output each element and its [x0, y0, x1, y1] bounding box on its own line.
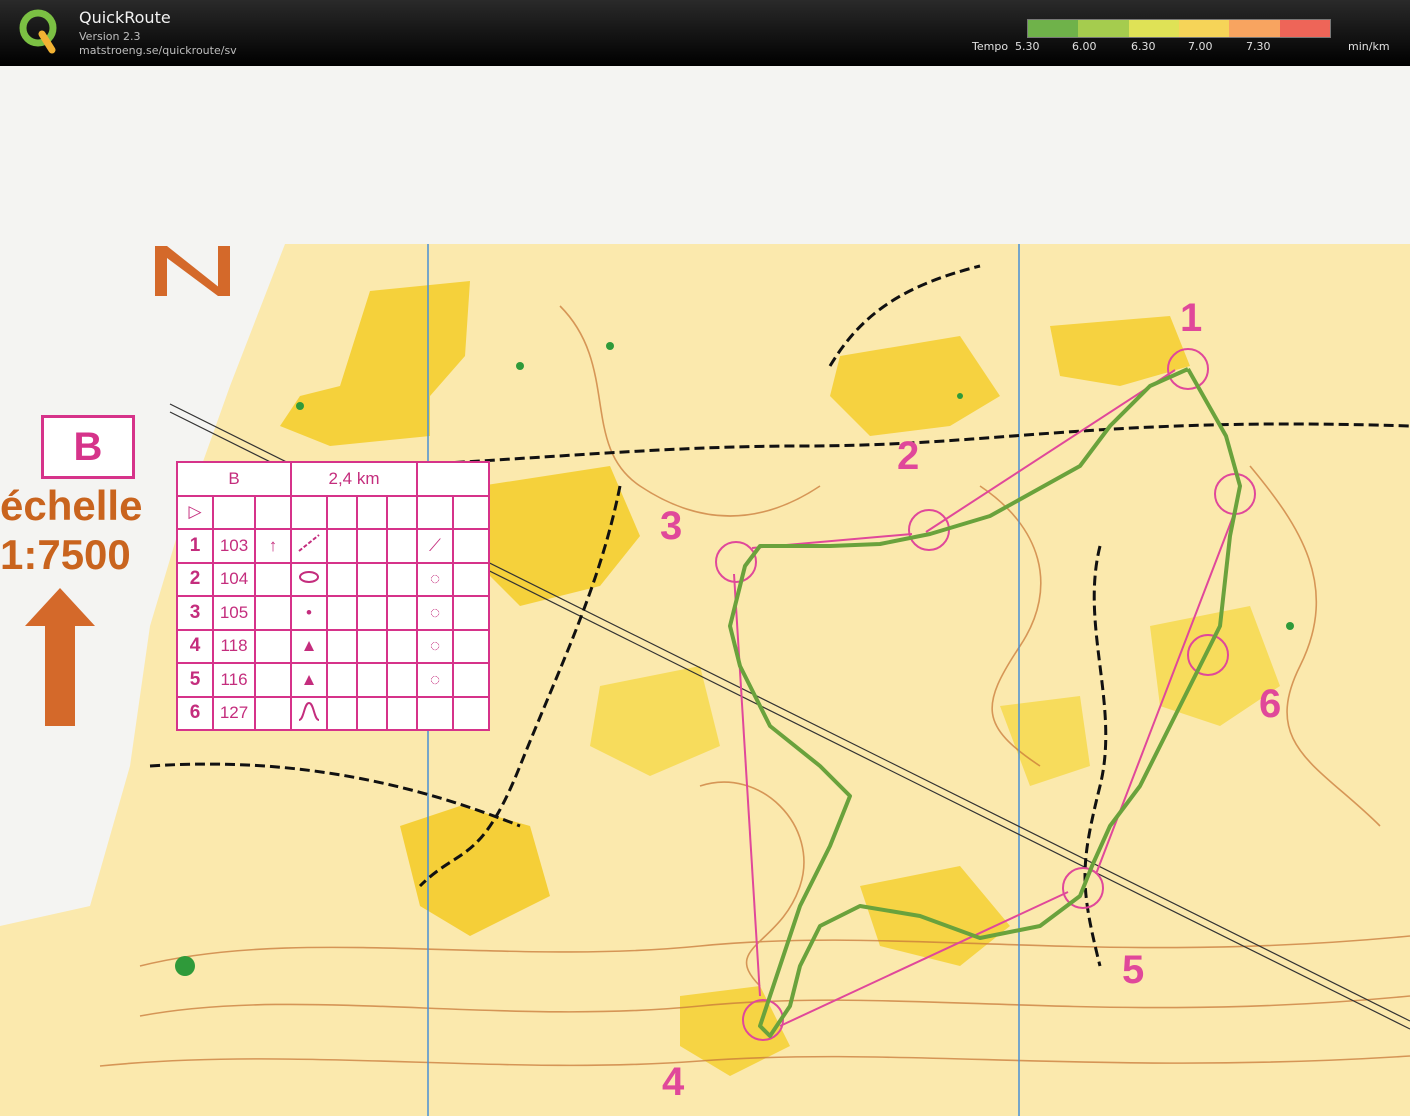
- desc-extra-icon: ◌: [416, 628, 454, 664]
- desc-extra-icon: ◌: [416, 595, 454, 631]
- control-number-1: 1: [1180, 296, 1203, 340]
- quickroute-logo-icon: [19, 9, 57, 54]
- control-number-3: 3: [660, 504, 683, 548]
- gully-symbol-icon: [290, 695, 328, 731]
- map-scale: 1:7500: [0, 531, 131, 578]
- control-number-5: 5: [1122, 948, 1145, 992]
- pace-tick: 6.00: [1072, 40, 1097, 53]
- app-version: Version 2.3: [79, 30, 141, 43]
- desc-course: B: [176, 461, 292, 497]
- desc-row: 1 103 ↑ ⟋: [176, 528, 490, 564]
- app-url[interactable]: matstroeng.se/quickroute/sv: [79, 44, 237, 57]
- pace-tick: 7.00: [1188, 40, 1213, 53]
- north-arrow-icon: [155, 246, 230, 296]
- desc-extra-icon: ⟋: [416, 528, 454, 564]
- spur-symbol-icon: [290, 528, 328, 564]
- pace-unit: min/km: [1348, 40, 1390, 53]
- pace-scale-prefix: Tempo: [972, 40, 1009, 53]
- desc-extra-icon: ◌: [416, 662, 454, 698]
- dot-symbol-icon: •: [290, 595, 328, 631]
- course-label-box: B: [41, 415, 135, 479]
- pace-tick: 7.30: [1246, 40, 1271, 53]
- control-number-6: 6: [1259, 682, 1282, 726]
- north-arrow-icon: [25, 588, 95, 726]
- desc-row: 3 105 • ◌: [176, 595, 490, 631]
- app-title: QuickRoute: [79, 8, 171, 27]
- arrow-up-icon: ↑: [254, 528, 292, 564]
- triangle-symbol-icon: ▲: [290, 662, 328, 698]
- control-description-sheet: B 2,4 km ▷ 1 103 ↑ ⟋ 2 104 ◌ 3 105 • ◌ 4…: [176, 461, 490, 731]
- desc-extra-icon: ◌: [416, 561, 454, 597]
- desc-row: 4 118 ▲ ◌: [176, 628, 490, 664]
- triangle-symbol-icon: ▲: [290, 628, 328, 664]
- pace-tick: 6.30: [1131, 40, 1156, 53]
- app-header: QuickRoute Version 2.3 matstroeng.se/qui…: [0, 0, 1410, 66]
- scale-word: échelle: [0, 482, 143, 529]
- start-triangle-icon: ▷: [176, 494, 214, 530]
- knoll-symbol-icon: [290, 561, 328, 597]
- desc-row: 5 116 ▲ ◌: [176, 662, 490, 698]
- desc-length: 2,4 km: [290, 461, 418, 497]
- desc-row: 2 104 ◌: [176, 561, 490, 597]
- control-number-2: 2: [897, 434, 920, 478]
- map-canvas[interactable]: 1 2 3 4 5 6 B échelle 1:7500 B 2,4 km ▷ …: [0, 66, 1410, 1116]
- control-number-4: 4: [662, 1060, 685, 1104]
- desc-row: 6 127: [176, 695, 490, 731]
- pace-color-scale: [1027, 19, 1331, 38]
- pace-tick: 5.30: [1015, 40, 1040, 53]
